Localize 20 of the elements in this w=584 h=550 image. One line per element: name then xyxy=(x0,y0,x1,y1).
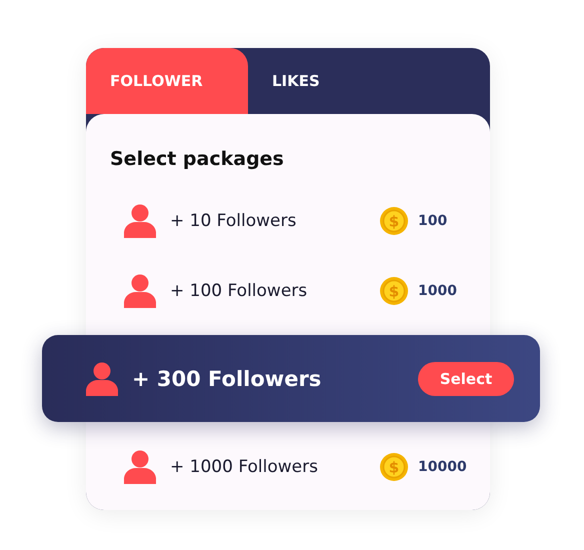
package-label: + 10 Followers xyxy=(170,211,298,231)
tab[interactable]: LIKES xyxy=(248,48,410,114)
coin-icon: $ xyxy=(380,207,408,235)
package-row[interactable]: + 1000 Followers $ 10000 xyxy=(86,432,490,502)
package-label: + 300 Followers xyxy=(132,366,322,390)
package-row[interactable]: + 100 Followers $ 1000 xyxy=(86,256,490,326)
package-label: + 100 Followers xyxy=(170,281,308,301)
person-icon xyxy=(86,360,118,396)
coin-icon: $ xyxy=(380,453,408,481)
package-row[interactable]: + 300 Followers Select xyxy=(42,335,540,422)
price: 1000 xyxy=(418,283,458,299)
coin-icon: $ xyxy=(380,277,408,305)
section-title: Select packages xyxy=(110,148,285,172)
person-icon xyxy=(124,274,156,308)
price: 100 xyxy=(418,213,448,229)
price: 10000 xyxy=(418,459,466,475)
package-label: + 1000 Followers xyxy=(170,457,319,477)
package-row[interactable]: + 10 Followers $ 100 xyxy=(86,186,490,256)
person-icon xyxy=(124,204,156,238)
person-icon xyxy=(124,450,156,484)
